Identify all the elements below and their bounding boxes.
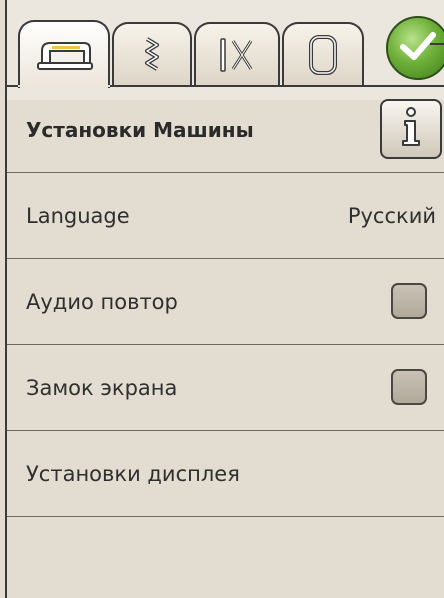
- screen-lock-checkbox[interactable]: [391, 369, 427, 405]
- zigzag-stitch-icon: [137, 35, 167, 75]
- ok-button[interactable]: [386, 16, 444, 80]
- info-connector-line: [430, 43, 444, 45]
- language-value[interactable]: Русский: [348, 173, 436, 259]
- tab-machine-settings[interactable]: [18, 20, 110, 88]
- display-settings-row[interactable]: Установки дисплея: [7, 431, 444, 517]
- language-label: Language: [26, 204, 130, 228]
- page-title: Установки Машины: [26, 118, 254, 142]
- sewing-machine-icon: [34, 37, 94, 73]
- tab-cut-settings[interactable]: [194, 22, 280, 86]
- title-row: Установки Машины: [7, 87, 444, 173]
- info-button[interactable]: [380, 99, 442, 159]
- scissors-icon: [215, 35, 259, 75]
- checkmark-icon: [398, 29, 438, 67]
- language-row[interactable]: Language Русский: [7, 173, 444, 259]
- display-settings-label: Установки дисплея: [26, 462, 240, 486]
- screen-lock-row: Замок экрана: [7, 345, 444, 431]
- audio-repeat-label: Аудио повтор: [26, 290, 178, 314]
- info-icon: [397, 105, 425, 153]
- hoop-icon: [303, 33, 343, 77]
- audio-repeat-row: Аудио повтор: [7, 259, 444, 345]
- screen-lock-label: Замок экрана: [26, 376, 178, 400]
- audio-repeat-checkbox[interactable]: [391, 283, 427, 319]
- tab-hoop-settings[interactable]: [282, 22, 364, 86]
- tab-stitch-settings[interactable]: [112, 22, 192, 86]
